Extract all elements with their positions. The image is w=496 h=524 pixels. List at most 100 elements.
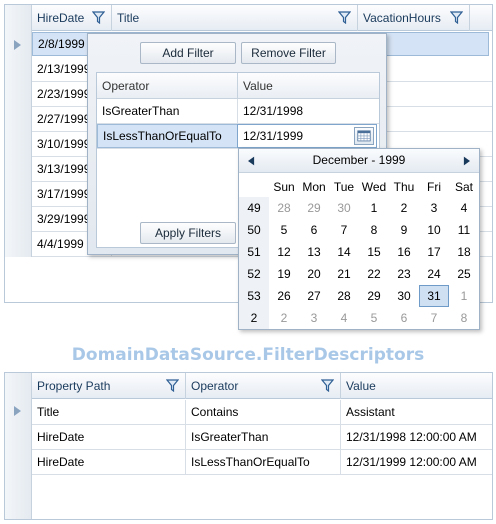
calendar-day[interactable]: 22	[359, 263, 389, 285]
calendar-day[interactable]: 9	[389, 219, 419, 241]
calendar-day[interactable]: 13	[299, 241, 329, 263]
filter-icon[interactable]	[92, 11, 105, 24]
calendar-day[interactable]: 8	[359, 219, 389, 241]
calendar-day[interactable]: 5	[269, 219, 299, 241]
add-filter-button[interactable]: Add Filter	[140, 42, 236, 64]
column-header-hiredate[interactable]: HireDate	[32, 5, 112, 31]
apply-filters-button[interactable]: Apply Filters	[140, 222, 236, 244]
day-name-label: Sat	[454, 180, 473, 194]
calendar-day[interactable]: 23	[389, 263, 419, 285]
column-header-label: Title	[117, 11, 140, 25]
filter-icon[interactable]	[321, 379, 334, 392]
day-name-label: Fri	[427, 180, 441, 194]
calendar-day[interactable]: 16	[389, 241, 419, 263]
calendar-day[interactable]: 11	[449, 219, 479, 241]
header-indicator-cell	[5, 5, 32, 31]
week-number: 53	[247, 289, 261, 303]
table-row[interactable]: Title Contains Assistant	[32, 400, 492, 425]
calendar-day[interactable]: 15	[359, 241, 389, 263]
column-header-operator[interactable]: Operator	[186, 373, 341, 399]
calendar-day[interactable]: 7	[419, 307, 449, 329]
value-cell: Assistant	[346, 405, 395, 419]
column-header-value[interactable]: Value	[341, 373, 494, 399]
calendar-day[interactable]: 14	[329, 241, 359, 263]
current-row-arrow-icon	[14, 406, 21, 416]
filter-icon[interactable]	[166, 379, 179, 392]
calendar-day[interactable]: 6	[389, 307, 419, 329]
calendar-dropdown: December - 1999 Sun Mon Tue Wed Thu Fri Sat 49…	[238, 148, 480, 330]
value-cell: 12/31/1998 12:00:00 AM	[346, 430, 477, 444]
current-row-arrow-icon	[14, 40, 21, 50]
calendar-day[interactable]: 1	[449, 285, 479, 307]
employees-grid-header: HireDate Title VacationHours	[5, 5, 492, 31]
calendar-header: December - 1999	[239, 149, 479, 173]
day-name-label: Tue	[333, 180, 355, 194]
day-name-label: Thu	[393, 180, 415, 194]
calendar-day[interactable]: 29	[299, 197, 329, 219]
filter-operator-cell[interactable]: IsLessThanOrEqualTo	[97, 124, 238, 148]
column-header-label: Operator	[191, 379, 239, 393]
operator-cell: IsLessThanOrEqualTo	[186, 450, 341, 475]
calendar-day[interactable]: 7	[329, 219, 359, 241]
calendar-day[interactable]: 18	[449, 241, 479, 263]
calendar-day[interactable]: 30	[329, 197, 359, 219]
table-row[interactable]: HireDate IsGreaterThan 12/31/1998 12:00:…	[32, 425, 492, 450]
column-header-vacationhours[interactable]: VacationHours	[358, 5, 470, 31]
row-indicator-column	[5, 31, 32, 257]
calendar-day[interactable]: 10	[419, 219, 449, 241]
calendar-day[interactable]: 3	[419, 197, 449, 219]
calendar-button[interactable]	[354, 127, 374, 145]
day-names-row: Sun Mon Tue Wed Thu Fri Sat	[269, 176, 479, 196]
table-row[interactable]: HireDate IsLessThanOrEqualTo 12/31/1999 …	[32, 450, 492, 475]
calendar-day[interactable]: 1	[359, 197, 389, 219]
calendar-day[interactable]: 5	[359, 307, 389, 329]
calendar-day[interactable]: 20	[299, 263, 329, 285]
calendar-day[interactable]: 4	[329, 307, 359, 329]
date-picker-input[interactable]: 12/31/1999	[237, 124, 377, 148]
column-header-label: HireDate	[37, 11, 85, 25]
filter-grid-header: Operator Value	[97, 73, 379, 99]
column-header-label: Property Path	[37, 379, 111, 393]
week-number: 52	[247, 267, 261, 281]
filter-row[interactable]: IsGreaterThan 12/31/1998	[97, 99, 379, 124]
filter-operator-cell[interactable]: IsGreaterThan	[97, 99, 238, 124]
calendar-day[interactable]: 30	[389, 285, 419, 307]
column-header-label: VacationHours	[363, 11, 441, 25]
calendar-day[interactable]: 26	[269, 285, 299, 307]
calendar-day[interactable]: 4	[449, 197, 479, 219]
column-header-property-path[interactable]: Property Path	[32, 373, 186, 399]
day-name-label: Mon	[302, 180, 326, 194]
calendar-day[interactable]: 17	[419, 241, 449, 263]
calendar-day[interactable]: 28	[269, 197, 299, 219]
calendar-day[interactable]: 12	[269, 241, 299, 263]
calendar-day[interactable]: 19	[269, 263, 299, 285]
calendar-day[interactable]: 3	[299, 307, 329, 329]
filter-value-cell[interactable]: 12/31/1998	[238, 99, 381, 124]
calendar-day[interactable]: 6	[299, 219, 329, 241]
calendar-month-label[interactable]: December - 1999	[239, 149, 479, 172]
calendar-day[interactable]: 8	[449, 307, 479, 329]
calendar-day[interactable]: 27	[299, 285, 329, 307]
calendar-day[interactable]: 25	[449, 263, 479, 285]
filter-icon[interactable]	[450, 11, 463, 24]
next-month-icon[interactable]	[463, 156, 470, 166]
calendar-day[interactable]: 2	[269, 307, 299, 329]
calendar-day[interactable]: 29	[359, 285, 389, 307]
value-cell: 12/31/1999 12:00:00 AM	[346, 455, 477, 469]
column-header-value[interactable]: Value	[238, 73, 381, 99]
column-header-title[interactable]: Title	[112, 5, 358, 31]
calendar-day[interactable]: 28	[329, 285, 359, 307]
calendar-day[interactable]: 2	[389, 197, 419, 219]
remove-filter-button[interactable]: Remove Filter	[241, 42, 336, 64]
calendar-day[interactable]: 21	[329, 263, 359, 285]
week-number: 2	[250, 311, 258, 325]
calendar-day[interactable]: 24	[419, 263, 449, 285]
filter-icon[interactable]	[338, 11, 351, 24]
operator-cell: Contains	[186, 400, 341, 425]
column-header-operator[interactable]: Operator	[97, 73, 238, 99]
section-title: DomainDataSource.FilterDescriptors	[71, 345, 425, 365]
filter-descriptors-grid: Property Path Operator Value Title Conta…	[4, 372, 493, 520]
calendar-day[interactable]: 31	[419, 285, 449, 307]
day-name-label: Sun	[273, 180, 295, 194]
date-picker-value: 12/31/1999	[243, 129, 304, 143]
